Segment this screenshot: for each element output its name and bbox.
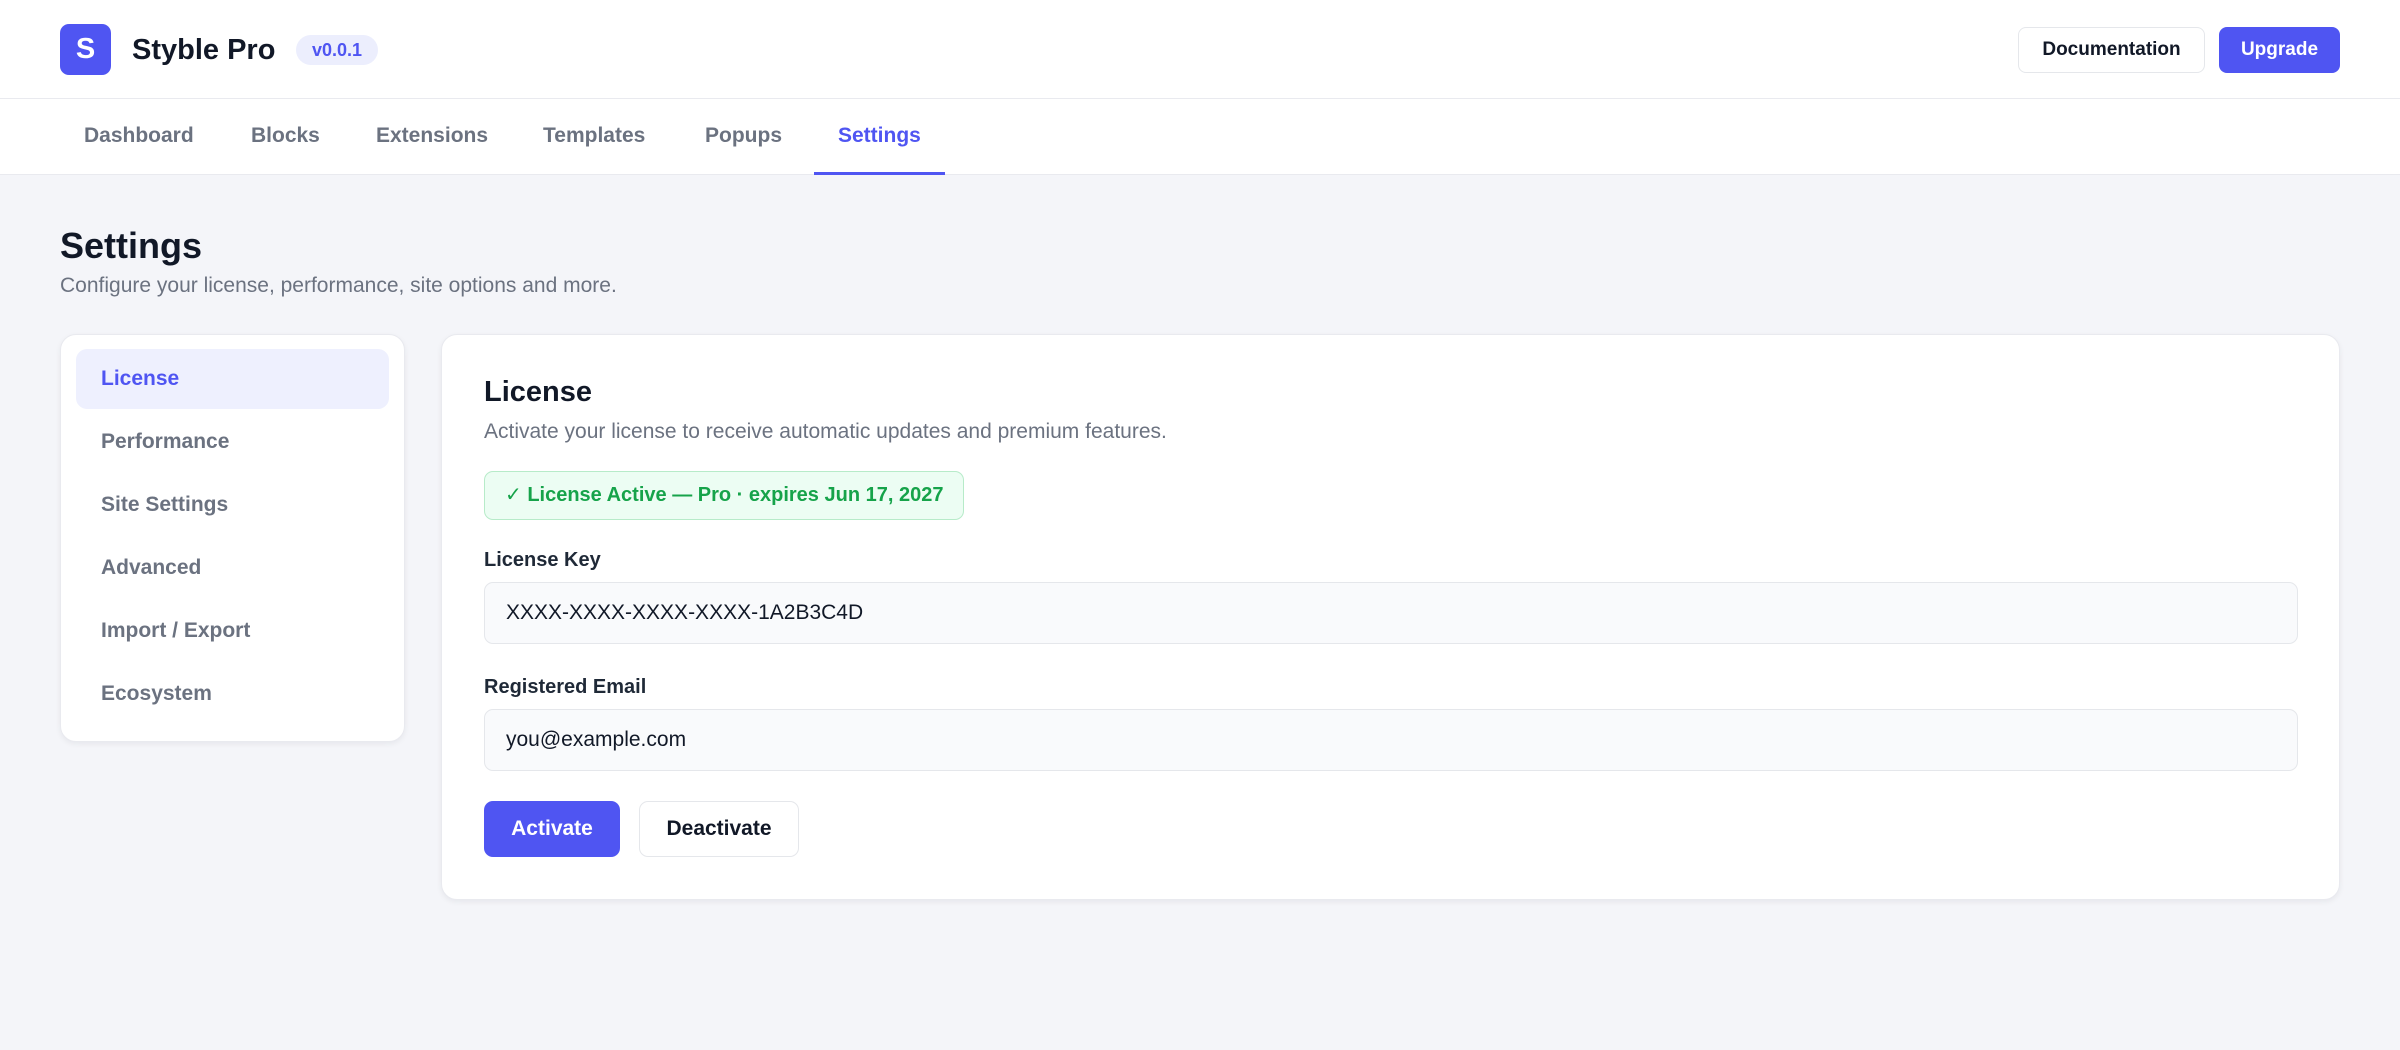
documentation-button[interactable]: Documentation [2018,27,2205,73]
tab-settings[interactable]: Settings [814,99,945,175]
page-subtitle: Configure your license, performance, sit… [60,274,617,297]
sidebar-item-performance[interactable]: Performance [76,412,389,472]
app-logo[interactable]: S [60,24,111,75]
license-card: License Activate your license to receive… [441,334,2340,900]
sidebar-item-ecosystem[interactable]: Ecosystem [76,664,389,724]
main-tabs: Dashboard Blocks Extensions Templates Po… [0,99,2400,175]
deactivate-button[interactable]: Deactivate [639,801,799,857]
sidebar-item-import-export[interactable]: Import / Export [76,601,389,661]
sidebar-item-advanced[interactable]: Advanced [76,538,389,598]
license-title: License [484,376,592,408]
app-name: Styble Pro [132,34,276,66]
tab-dashboard[interactable]: Dashboard [60,99,218,175]
top-header: S Styble Pro v0.0.1 Documentation Upgrad… [0,0,2400,99]
license-description: Activate your license to receive automat… [484,420,1167,443]
registered-email-label: Registered Email [484,676,647,698]
license-key-label: License Key [484,549,601,571]
tab-templates[interactable]: Templates [519,99,669,175]
tab-extensions[interactable]: Extensions [352,99,512,175]
settings-sidebar: License Performance Site Settings Advanc… [60,334,405,742]
registered-email-input[interactable] [484,709,2298,771]
page-title: Settings [60,225,203,266]
activate-button[interactable]: Activate [484,801,620,857]
version-badge: v0.0.1 [296,35,379,65]
license-key-input[interactable] [484,582,2298,644]
license-status-badge: ✓ License Active — Pro · expires Jun 17,… [484,471,965,520]
tab-blocks[interactable]: Blocks [227,99,344,175]
upgrade-button[interactable]: Upgrade [2219,27,2340,73]
sidebar-item-site-settings[interactable]: Site Settings [76,475,389,535]
tab-popups[interactable]: Popups [681,99,806,175]
sidebar-item-license[interactable]: License [76,349,389,409]
